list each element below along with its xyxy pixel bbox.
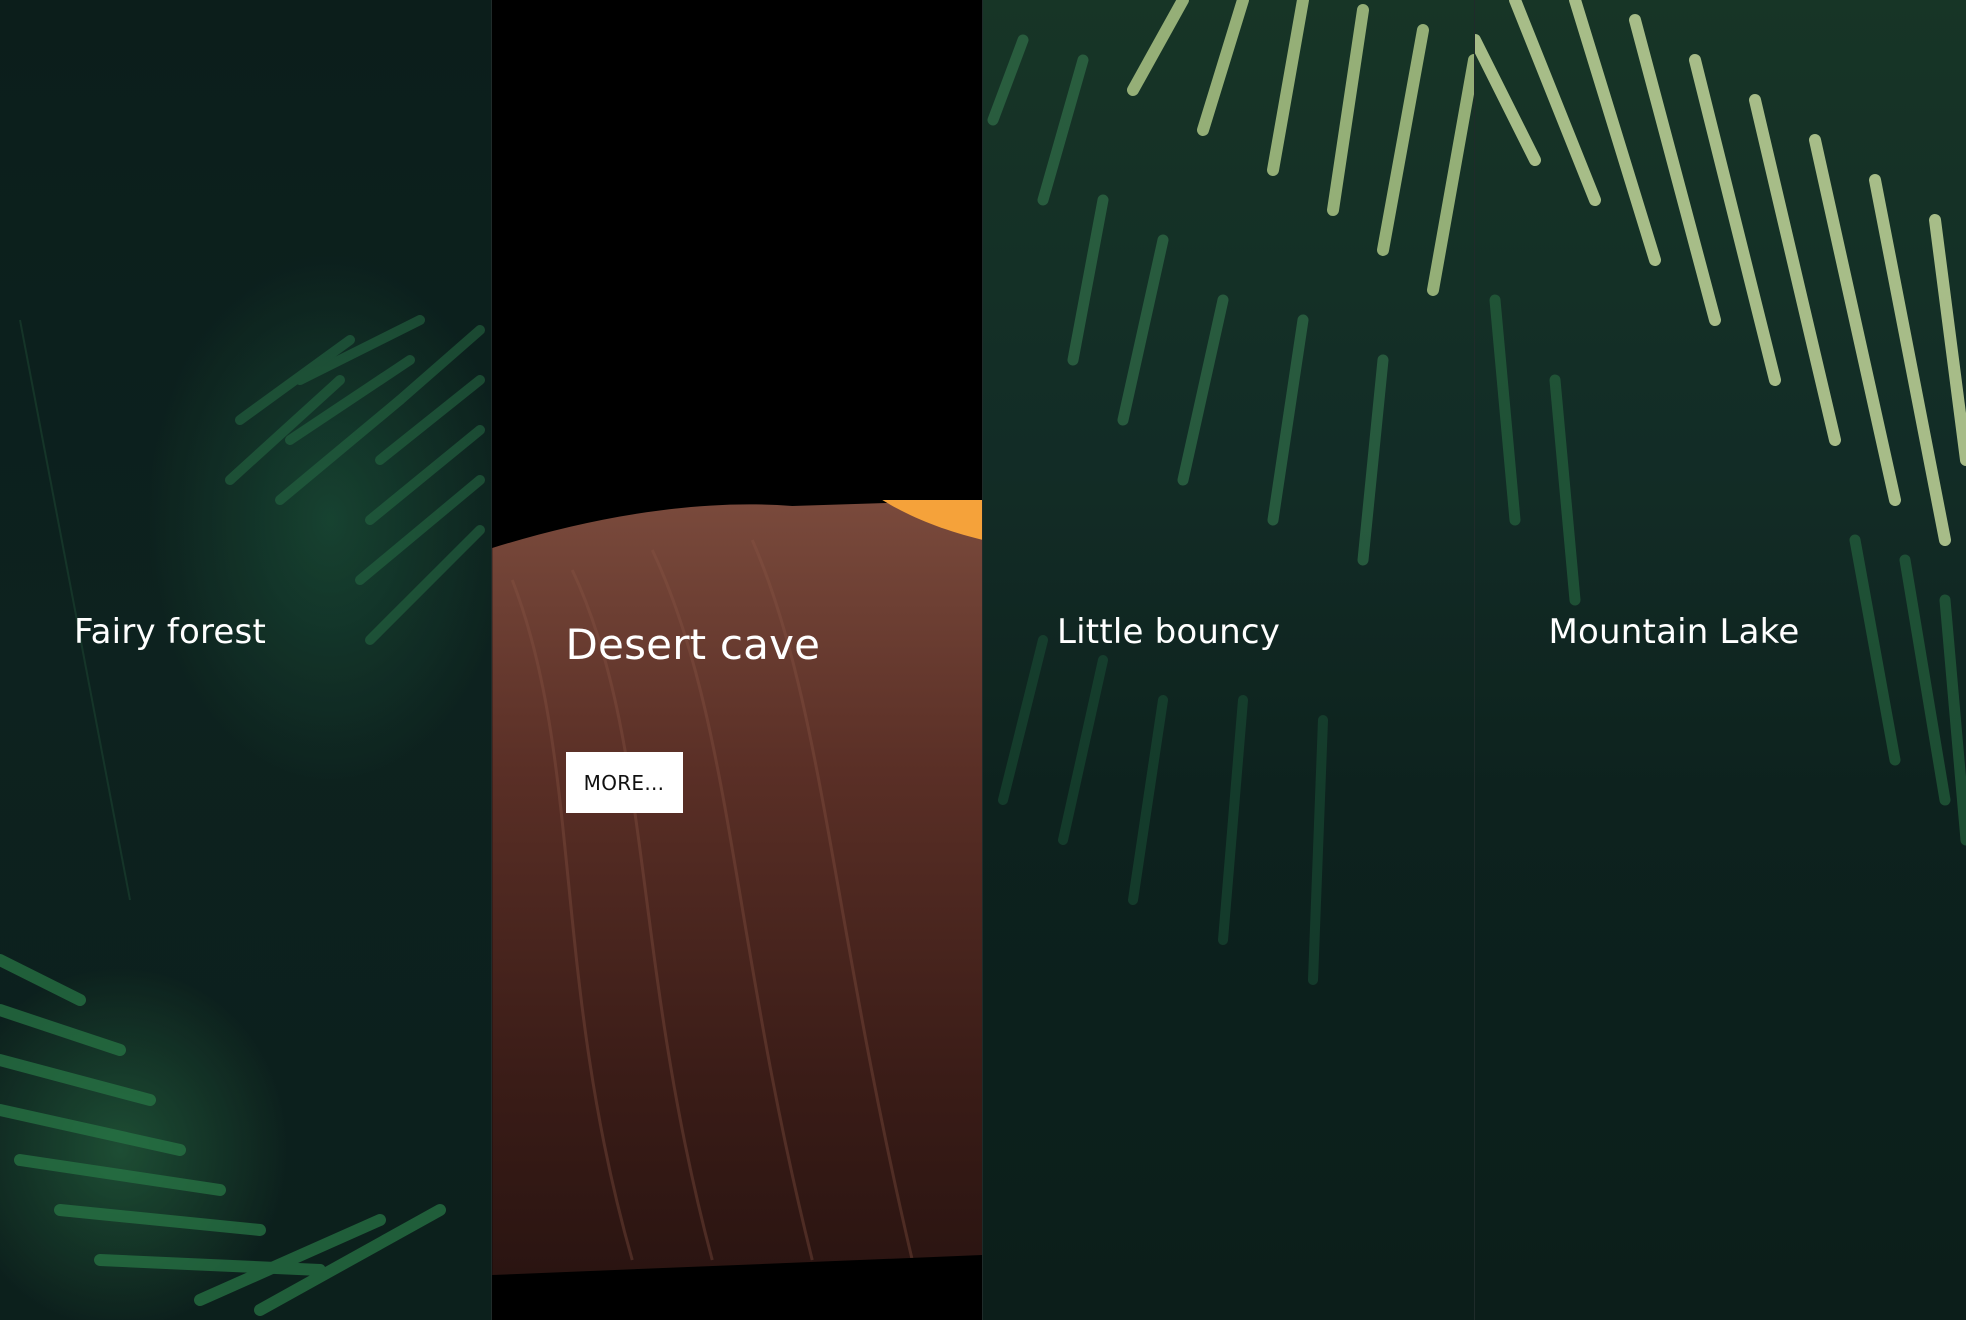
gallery-panel-desert-cave[interactable]: Desert cave MORE... bbox=[491, 0, 983, 1320]
gallery-panel-mountain-lake[interactable]: Mountain Lake bbox=[1474, 0, 1966, 1320]
gallery-panel-fairy-forest[interactable]: Fairy forest bbox=[0, 0, 492, 1320]
panel-title: Fairy forest bbox=[74, 612, 266, 652]
image-gallery: Fairy forest Desert cave MORE... Little … bbox=[0, 0, 1966, 1320]
panel-title: Little bouncy bbox=[1057, 612, 1281, 652]
panel-title: Mountain Lake bbox=[1548, 612, 1800, 652]
gallery-panel-little-bouncy[interactable]: Little bouncy bbox=[983, 0, 1475, 1320]
more-button[interactable]: MORE... bbox=[565, 752, 683, 813]
panel-title: Desert cave bbox=[565, 620, 821, 669]
cave-rock-image bbox=[491, 500, 983, 1280]
